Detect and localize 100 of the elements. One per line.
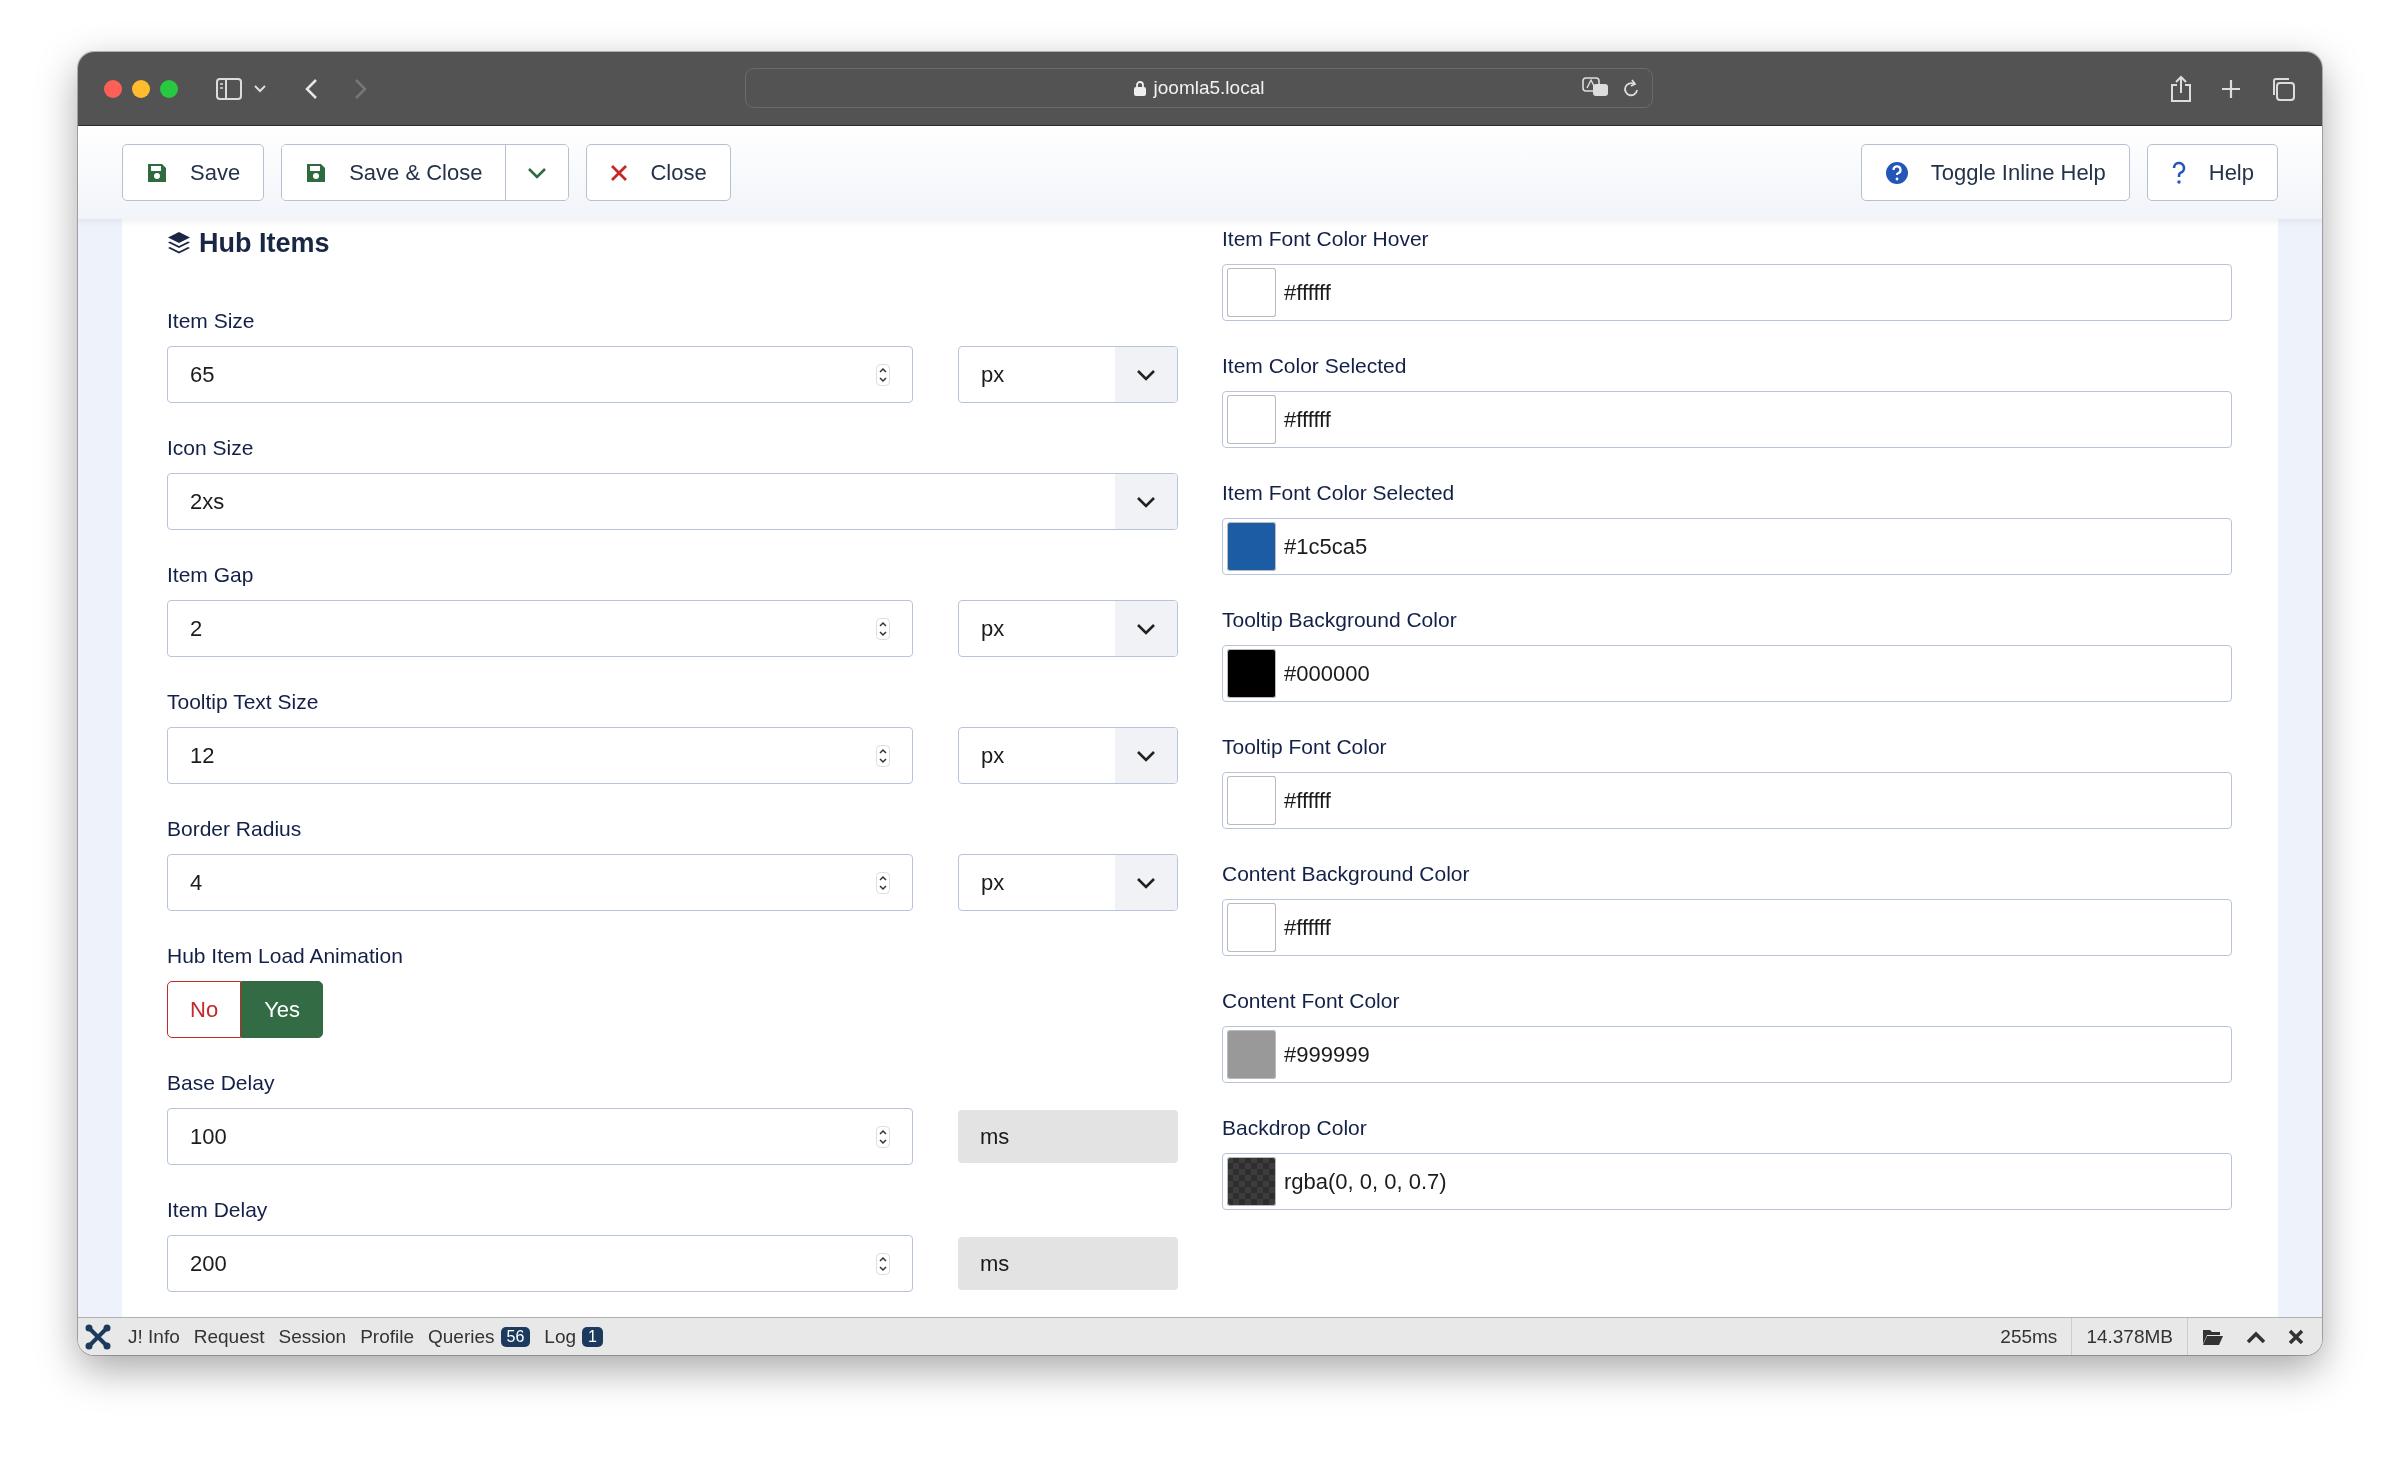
back-icon[interactable] bbox=[304, 77, 318, 100]
unit-select[interactable]: px bbox=[958, 600, 1178, 657]
chevron-down-icon bbox=[1136, 749, 1156, 762]
share-icon[interactable] bbox=[2170, 74, 2192, 103]
toggle-inline-help-button[interactable]: Toggle Inline Help bbox=[1860, 144, 2130, 201]
debug-tab[interactable]: J! Info bbox=[128, 1325, 180, 1348]
color-input[interactable]: #ffffff bbox=[1222, 264, 2232, 321]
field-label: Item Font Color Hover bbox=[1222, 226, 1430, 252]
close-button[interactable]: Close bbox=[586, 144, 731, 201]
unit-select[interactable]: px bbox=[958, 854, 1178, 911]
field-label: Tooltip Background Color bbox=[1222, 607, 1458, 633]
memory-usage: 14.378MB bbox=[2072, 1318, 2188, 1355]
color-swatch[interactable] bbox=[1227, 1030, 1276, 1079]
chevron-down-icon bbox=[1136, 495, 1156, 508]
chevron-down-icon bbox=[1136, 368, 1156, 381]
chevron-down-icon[interactable] bbox=[254, 84, 266, 93]
url-text: joomla5.local bbox=[1153, 77, 1265, 99]
close-window-button[interactable] bbox=[104, 79, 122, 98]
address-bar[interactable]: joomla5.local bbox=[745, 68, 1653, 108]
field-label: Item Delay bbox=[167, 1197, 269, 1223]
close-icon bbox=[610, 163, 629, 182]
unit-select[interactable]: px bbox=[958, 346, 1178, 403]
save-icon bbox=[305, 161, 328, 184]
spinner-icon[interactable] bbox=[876, 871, 890, 894]
field-label: Tooltip Text Size bbox=[167, 689, 320, 715]
color-input[interactable]: rgba(0, 0, 0, 0.7) bbox=[1222, 1153, 2232, 1210]
field-label: Border Radius bbox=[167, 816, 303, 842]
number-input[interactable]: 12 bbox=[167, 727, 913, 784]
count-badge: 56 bbox=[500, 1326, 531, 1347]
debug-tab[interactable]: Profile bbox=[360, 1325, 414, 1348]
field-label: Item Size bbox=[167, 308, 256, 334]
field-label: Item Font Color Selected bbox=[1222, 480, 1456, 506]
color-input[interactable]: #ffffff bbox=[1222, 899, 2232, 956]
minimize-window-button[interactable] bbox=[132, 79, 150, 98]
color-swatch[interactable] bbox=[1227, 649, 1276, 698]
color-swatch[interactable] bbox=[1227, 522, 1276, 571]
unit-addon: ms bbox=[958, 1237, 1178, 1290]
toggle-option[interactable]: No bbox=[167, 981, 242, 1038]
spinner-icon[interactable] bbox=[876, 1125, 890, 1148]
chevron-down-icon bbox=[1136, 622, 1156, 635]
number-input[interactable]: 200 bbox=[167, 1235, 913, 1292]
chevron-down-icon bbox=[1136, 876, 1156, 889]
spinner-icon[interactable] bbox=[876, 1252, 890, 1275]
sidebar-icon[interactable] bbox=[216, 77, 242, 100]
help-button[interactable]: Help bbox=[2146, 144, 2278, 201]
color-swatch[interactable] bbox=[1227, 776, 1276, 825]
translate-icon[interactable] bbox=[1582, 77, 1610, 99]
unit-addon: ms bbox=[958, 1110, 1178, 1163]
number-input[interactable]: 65 bbox=[167, 346, 913, 403]
close-icon[interactable] bbox=[2288, 1328, 2304, 1345]
count-badge: 1 bbox=[582, 1326, 603, 1347]
lock-icon bbox=[1133, 80, 1146, 96]
debug-tab[interactable]: Session bbox=[278, 1325, 347, 1348]
debug-tab[interactable]: Log 1 bbox=[544, 1325, 603, 1348]
number-input[interactable]: 2 bbox=[167, 600, 913, 657]
field-label: Item Gap bbox=[167, 562, 255, 588]
help-icon bbox=[1884, 160, 1909, 185]
spinner-icon[interactable] bbox=[876, 617, 890, 640]
spinner-icon[interactable] bbox=[876, 363, 890, 386]
dropdown-toggle[interactable] bbox=[505, 145, 569, 200]
color-swatch[interactable] bbox=[1227, 395, 1276, 444]
number-input[interactable]: 100 bbox=[167, 1108, 913, 1165]
logo-icon[interactable] bbox=[84, 1322, 112, 1351]
field-label: Hub Item Load Animation bbox=[167, 943, 404, 969]
layers-icon bbox=[167, 231, 191, 255]
zoom-window-button[interactable] bbox=[160, 79, 178, 98]
chevron-down-icon bbox=[527, 166, 548, 179]
debug-tab[interactable]: Queries 56 bbox=[428, 1325, 531, 1348]
color-swatch[interactable] bbox=[1227, 268, 1276, 317]
color-input[interactable]: #000000 bbox=[1222, 645, 2232, 702]
debug-tab[interactable]: Request bbox=[193, 1325, 265, 1348]
reload-icon[interactable] bbox=[1622, 79, 1640, 99]
caret-up-icon[interactable] bbox=[2246, 1329, 2266, 1344]
field-label: Base Delay bbox=[167, 1070, 276, 1096]
save-icon bbox=[146, 161, 168, 184]
field-label: Item Color Selected bbox=[1222, 353, 1408, 379]
color-swatch[interactable] bbox=[1227, 1157, 1276, 1206]
folder-icon[interactable] bbox=[2202, 1327, 2224, 1346]
color-input[interactable]: #ffffff bbox=[1222, 391, 2232, 448]
unit-select[interactable]: px bbox=[958, 727, 1178, 784]
color-input[interactable]: #1c5ca5 bbox=[1222, 518, 2232, 575]
select-field[interactable]: 2xs bbox=[167, 473, 1178, 530]
new-tab-icon[interactable] bbox=[2220, 77, 2242, 100]
toggle-option[interactable]: Yes bbox=[241, 981, 323, 1038]
field-label: Backdrop Color bbox=[1222, 1115, 1368, 1141]
request-time: 255ms bbox=[1986, 1318, 2073, 1355]
color-input[interactable]: #999999 bbox=[1222, 1026, 2232, 1083]
number-input[interactable]: 4 bbox=[167, 854, 913, 911]
field-label: Content Font Color bbox=[1222, 988, 1401, 1014]
color-input[interactable]: #ffffff bbox=[1222, 772, 2232, 829]
field-label: Icon Size bbox=[167, 435, 255, 461]
help-icon bbox=[2170, 160, 2187, 185]
save-close-button[interactable]: Save & Close bbox=[282, 145, 506, 200]
section-title: Hub Items bbox=[199, 227, 330, 259]
field-label: Tooltip Font Color bbox=[1222, 734, 1388, 760]
spinner-icon[interactable] bbox=[876, 744, 890, 767]
save-button[interactable]: Save bbox=[122, 144, 265, 201]
field-label: Content Background Color bbox=[1222, 861, 1471, 887]
tabs-overview-icon[interactable] bbox=[2270, 75, 2296, 102]
color-swatch[interactable] bbox=[1227, 903, 1276, 952]
